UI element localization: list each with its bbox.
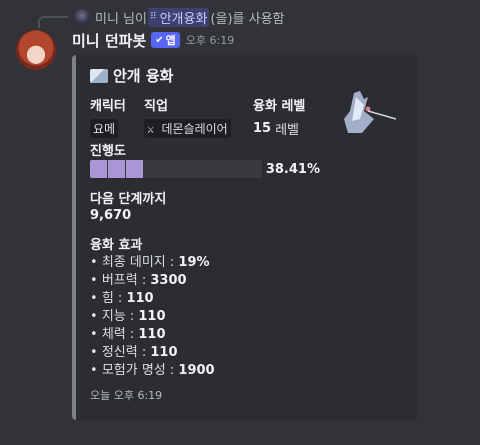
effect-item: • 최종 데미지 : 19% [90, 255, 210, 270]
next-step-label: 다음 단계까지 [90, 192, 167, 207]
reply-connector [38, 16, 68, 28]
progress: 38.41% [90, 160, 320, 178]
embed-card: 안개 융화 캐릭터 요메 직업 ⚔ 데몬슬레이어 융화 레벨 15 레벨 진행도… [72, 55, 418, 420]
effects-list: • 최종 데미지 : 19% • 버프력 : 3300 • 힘 : 110 • … [90, 254, 215, 380]
slash-command-icon: ⠿ [149, 12, 157, 22]
progress-segment [90, 160, 107, 178]
app-badge-label: 앱 [165, 34, 176, 47]
field-job-value-wrap: ⚔ 데몬슬레이어 [144, 119, 231, 138]
reply-prefix: 미니 님이 [95, 11, 147, 27]
reply-avatar [74, 9, 90, 25]
app-badge: ✔ 앱 [151, 32, 180, 48]
effect-item: • 버프력 : 3300 [90, 273, 187, 288]
effect-item: • 지능 : 110 [90, 309, 166, 324]
command-mention[interactable]: ⠿ 안개융화 [147, 7, 210, 27]
progress-segment [108, 160, 125, 178]
progress-segment [126, 160, 143, 178]
embed-title-text: 안개 융화 [113, 67, 174, 85]
field-level-unit: 레벨 [275, 123, 300, 138]
effect-item: • 모험가 명성 : 1900 [90, 363, 215, 378]
field-character: 캐릭터 요메 [90, 95, 126, 138]
progress-label: 진행도 [90, 144, 126, 159]
command-name: 안개융화 [159, 11, 208, 27]
bot-avatar[interactable] [16, 30, 56, 70]
field-job: 직업 ⚔ 데몬슬레이어 [144, 95, 231, 138]
effect-item: • 체력 : 110 [90, 327, 166, 342]
field-job-value: 데몬슬레이어 [161, 122, 228, 136]
embed-thumbnail[interactable] [334, 89, 398, 137]
message-timestamp[interactable]: 오후 6:19 [186, 32, 234, 48]
progress-bar [90, 160, 262, 178]
embed-footer: 오늘 오후 6:19 [90, 389, 163, 402]
field-job-name: 직업 [144, 99, 168, 114]
field-character-value: 요메 [90, 119, 119, 138]
effect-item: • 정신력 : 110 [90, 345, 178, 360]
field-level-name: 융화 레벨 [253, 99, 306, 114]
field-character-name: 캐릭터 [90, 99, 126, 114]
effect-item: • 힘 : 110 [90, 291, 154, 306]
reply-context[interactable]: 미니 님이 ⠿ 안개융화 (을)를 사용함 [74, 7, 285, 27]
field-level: 융화 레벨 15 레벨 [253, 95, 305, 138]
progress-percent: 38.41% [265, 161, 320, 177]
verified-check-icon: ✔ [155, 34, 164, 46]
reply-suffix: (을)를 사용함 [210, 11, 285, 27]
field-level-value: 15 [253, 121, 272, 136]
message-header: 미니 던파봇 ✔ 앱 오후 6:19 [72, 30, 234, 50]
sword-icon: ⚔ [147, 122, 155, 136]
embed-title: 안개 융화 [90, 65, 404, 86]
effects-label: 융화 효과 [90, 238, 143, 253]
username[interactable]: 미니 던파봇 [72, 30, 146, 51]
fog-icon [90, 68, 108, 83]
next-step-value: 9,670 [90, 208, 132, 223]
